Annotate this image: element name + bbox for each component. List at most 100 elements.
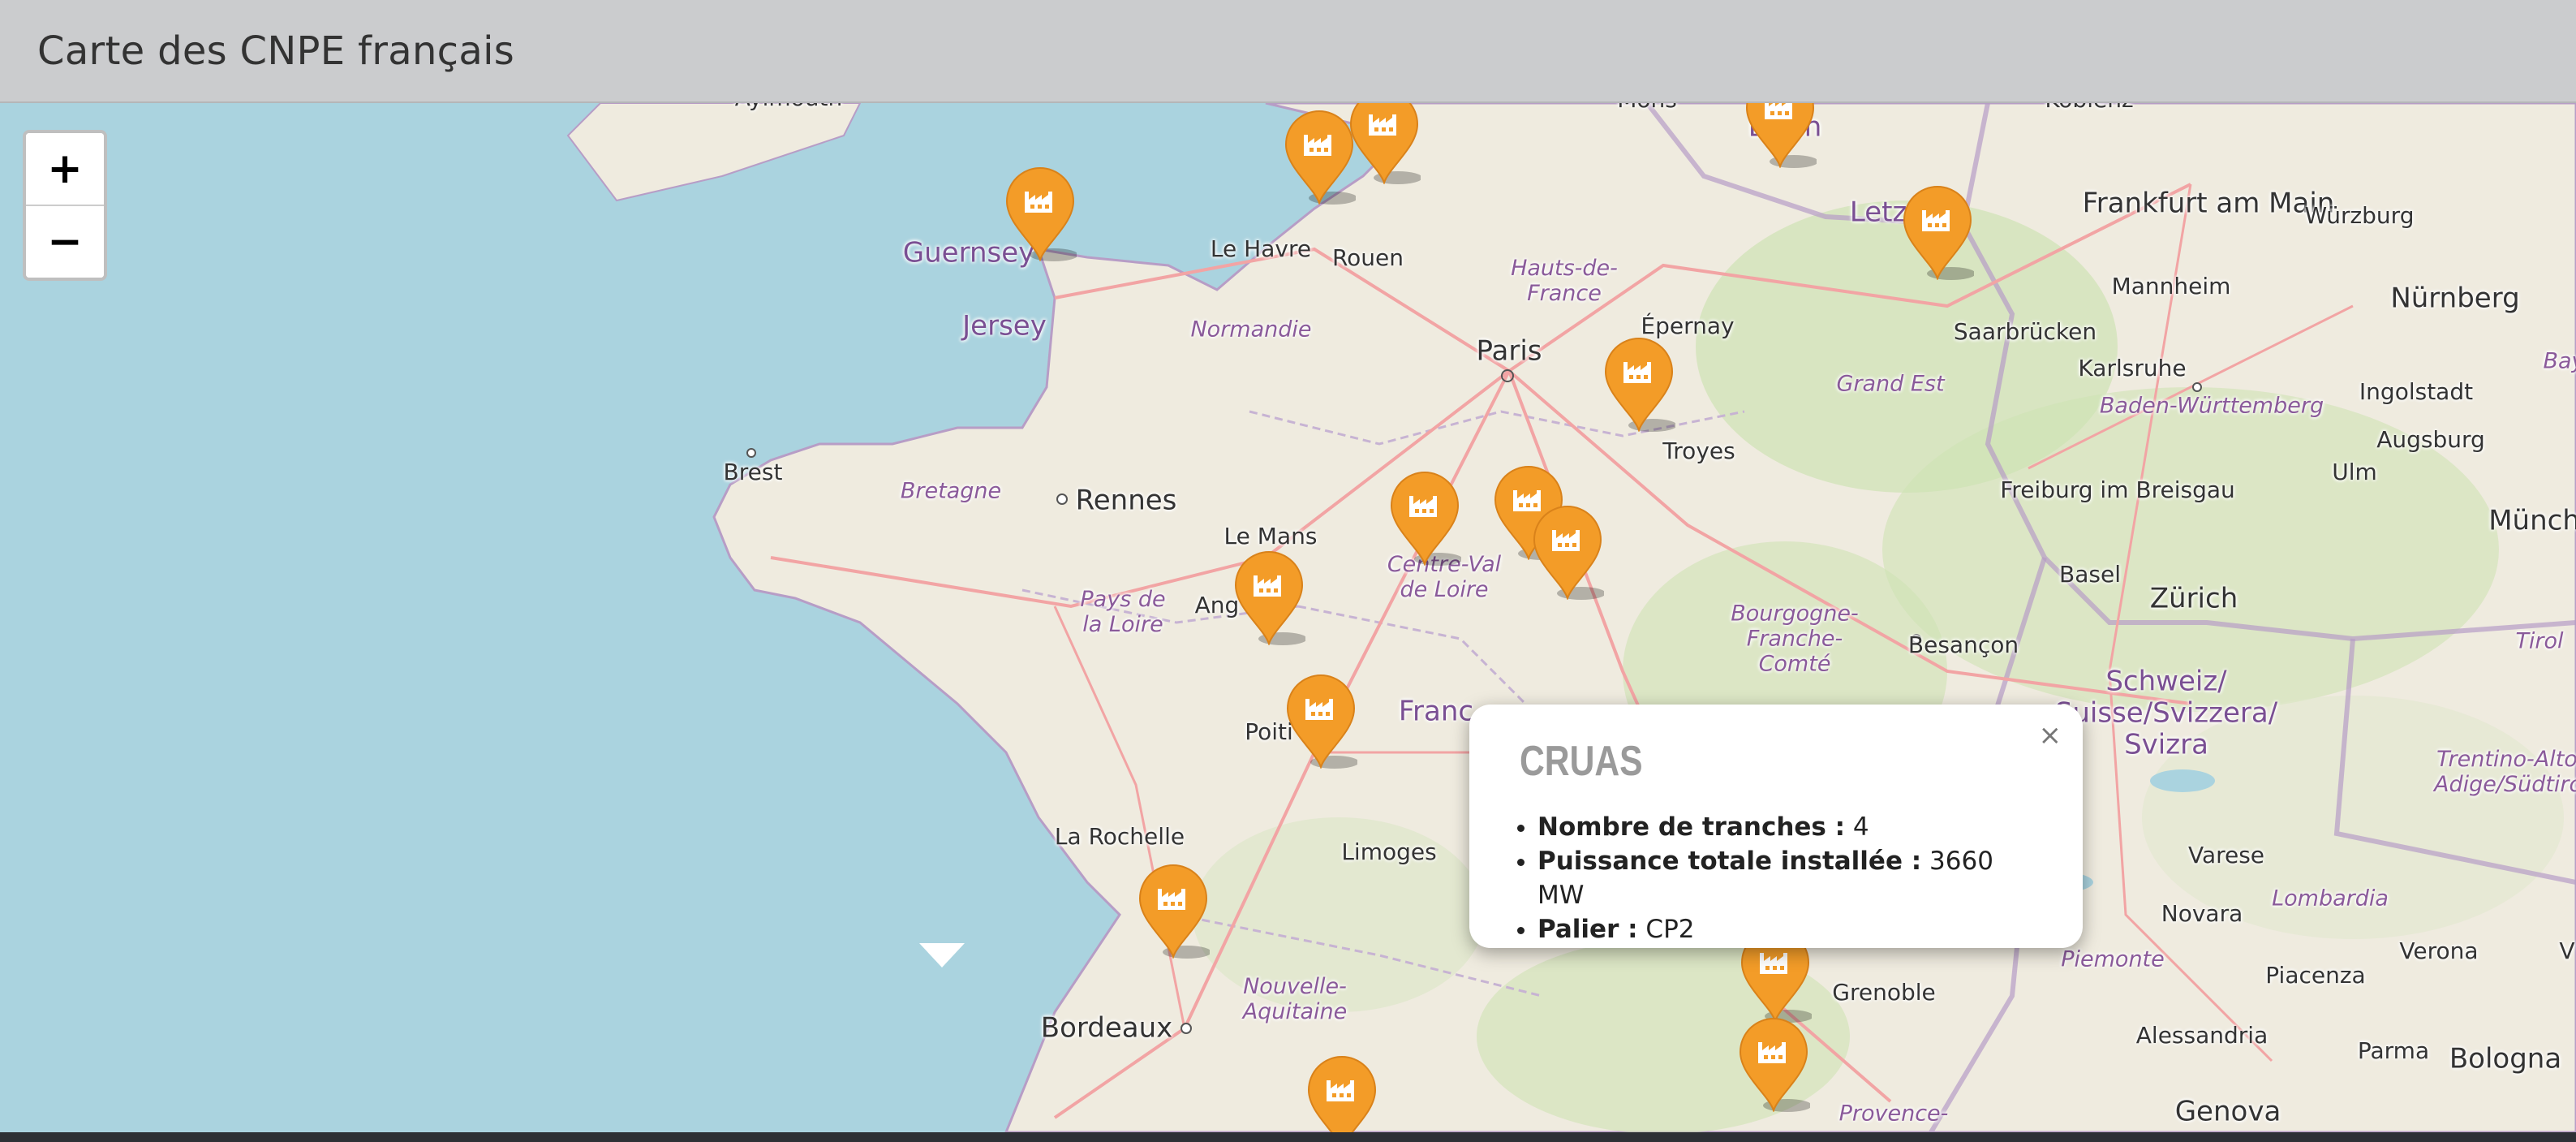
nuclear-plant-marker[interactable]: [1137, 863, 1211, 960]
factory-icon: [1138, 864, 1211, 960]
city-label-le-mans: Le Mans: [1223, 522, 1318, 549]
city-label-saarbrucken: Saarbrücken: [1953, 317, 2097, 345]
city-label-koblenz: Koblenz: [2045, 103, 2133, 113]
city-label-ingolstadt: Ingolstadt: [2359, 377, 2474, 405]
region-label-bfc: Bourgogne-Franche-Comté: [1731, 601, 1859, 677]
nuclear-plant-marker[interactable]: [1737, 1016, 1812, 1114]
country-label-jersey: Jersey: [962, 309, 1047, 343]
city-label-freiburg: Freiburg im Breisgau: [2000, 476, 2235, 503]
nuclear-plant-marker[interactable]: [1744, 103, 1818, 170]
nuclear-plant-marker[interactable]: [1901, 184, 1976, 282]
footer-bar: [0, 1132, 2576, 1142]
page-title: Carte des CNPE français: [37, 28, 515, 74]
popup-detail-item: Puissance totale installée : 3660 MW: [1537, 844, 2032, 912]
nuclear-plant-marker[interactable]: [1602, 336, 1677, 433]
city-label-mannheim: Mannheim: [2111, 272, 2231, 300]
zoom-in-button[interactable]: +: [26, 133, 104, 206]
city-label-frankfurt: Frankfurt am Main: [2082, 187, 2335, 220]
region-label-baden: Baden-Württemberg: [2099, 393, 2324, 419]
nuclear-plant-marker[interactable]: [1531, 504, 1606, 601]
nuclear-plant-marker[interactable]: [1283, 109, 1357, 206]
nuclear-plant-marker[interactable]: [1348, 103, 1422, 186]
factory-icon: [1390, 472, 1463, 567]
info-popup: × CRUAS Nombre de tranches : 4 Puissance…: [1469, 705, 2083, 948]
popup-title: CRUAS: [1520, 738, 1643, 785]
popup-detail-key: Palier :: [1537, 915, 1638, 944]
factory-icon: [1604, 338, 1677, 433]
city-label-bologna: Bologna: [2449, 1042, 2562, 1075]
city-label-grenoble: Grenoble: [1832, 978, 1936, 1006]
region-label-normandie: Normandie: [1190, 317, 1312, 343]
city-label-rouen: Rouen: [1331, 243, 1404, 271]
factory-icon: [1234, 551, 1307, 647]
city-label-varese: Varese: [2187, 841, 2265, 868]
zoom-out-button[interactable]: −: [26, 206, 104, 278]
label-bay: Bay: [2543, 348, 2576, 374]
city-label-genova: Genova: [2174, 1095, 2281, 1128]
city-label-rennes: Rennes: [1075, 484, 1177, 517]
header-bar: Carte des CNPE français: [0, 0, 2576, 103]
popup-detail-item: Nombre de tranches : 4: [1537, 810, 2032, 844]
region-label-provence: Provence-: [1838, 1101, 1949, 1127]
country-label-france: Franc: [1398, 695, 1474, 728]
city-label-besancon: Besançon: [1907, 631, 2019, 658]
city-label-la-rochelle: La Rochelle: [1054, 822, 1185, 850]
region-label-lombardia: Lombardia: [2272, 886, 2389, 911]
factory-icon: [1286, 674, 1359, 770]
region-label-hauts-de-france: Hauts-de-France: [1511, 255, 1618, 306]
nuclear-plant-marker[interactable]: [1232, 549, 1307, 647]
city-label-karlsruhe: Karlsruhe: [2078, 354, 2187, 381]
city-label-ulm: Ulm: [2332, 458, 2377, 485]
region-label-nouvelle-aquitaine: Nouvelle-Aquitaine: [1242, 973, 1348, 1024]
region-label-tirol: Tirol: [2515, 628, 2564, 654]
factory-icon: [1745, 103, 1818, 170]
city-label-alessandria: Alessandria: [2135, 1021, 2269, 1049]
city-label-parma: Parma: [2357, 1036, 2430, 1064]
region-label-pays-de-la-loire: Pays de la Loire: [1080, 586, 1166, 637]
city-label-limoges: Limoges: [1341, 838, 1437, 865]
city-label-munchen: Münche: [2488, 504, 2576, 537]
city-label-bordeaux: Bordeaux: [1040, 1011, 1173, 1045]
zoom-control: + −: [23, 130, 107, 281]
app-window: Carte des CNPE français Frankfurt am Mai…: [0, 0, 2576, 1142]
factory-icon: [1307, 1056, 1377, 1132]
factory-icon: [1284, 110, 1357, 206]
city-label-nurnberg: Nürnberg: [2390, 282, 2520, 315]
city-label-le-havre: Le Havre: [1210, 235, 1312, 262]
city-label-verona: Verona: [2399, 937, 2479, 964]
city-label-paris: Paris: [1476, 334, 1542, 368]
city-label-mons: Mons: [1617, 103, 1677, 113]
city-label-zurich: Zürich: [2149, 582, 2238, 615]
nuclear-plant-marker[interactable]: [1284, 673, 1359, 770]
popup-details-list: Nombre de tranches : 4 Puissance totale …: [1520, 810, 2032, 946]
popup-detail-key: Nombre de tranches :: [1537, 812, 1846, 842]
region-label-piemonte: Piemonte: [2061, 946, 2165, 972]
region-label-bretagne: Bretagne: [900, 478, 1002, 504]
region-label-trentino: Trentino-Alto Adige/Südtirol: [2434, 746, 2576, 797]
popup-tip: [919, 943, 965, 967]
popup-detail-value: 4: [1852, 812, 1869, 842]
popup-detail-key: Puissance totale installée :: [1537, 847, 1922, 876]
factory-icon: [1349, 103, 1422, 186]
region-label-grand-est: Grand Est: [1836, 371, 1945, 397]
factory-icon: [1533, 506, 1606, 601]
city-label-basel: Basel: [2059, 560, 2121, 588]
factory-icon: [1739, 1018, 1812, 1114]
nuclear-plant-marker[interactable]: [1388, 470, 1463, 567]
city-label-aylmouth: Aylmouth: [735, 103, 842, 111]
map-canvas[interactable]: Aylmouth Mons Koblenz Frankfurt am Main …: [0, 103, 2576, 1132]
popup-detail-item: Palier : CP2: [1537, 912, 2032, 946]
city-label-novara: Novara: [2161, 899, 2243, 927]
city-label-augsburg: Augsburg: [2376, 425, 2485, 453]
nuclear-plant-marker[interactable]: [1004, 166, 1078, 263]
label-v: V: [2559, 937, 2575, 964]
nuclear-plant-marker[interactable]: [1305, 1054, 1378, 1132]
city-label-brest: Brest: [723, 458, 783, 485]
city-label-wurzburg: Würzburg: [2304, 201, 2415, 229]
city-label-piacenza: Piacenza: [2265, 961, 2366, 989]
factory-icon: [1903, 186, 1976, 282]
popup-close-button[interactable]: ×: [2039, 719, 2062, 752]
popup-detail-value: CP2: [1645, 915, 1695, 944]
city-label-troyes: Troyes: [1662, 437, 1735, 464]
factory-icon: [1005, 167, 1078, 263]
